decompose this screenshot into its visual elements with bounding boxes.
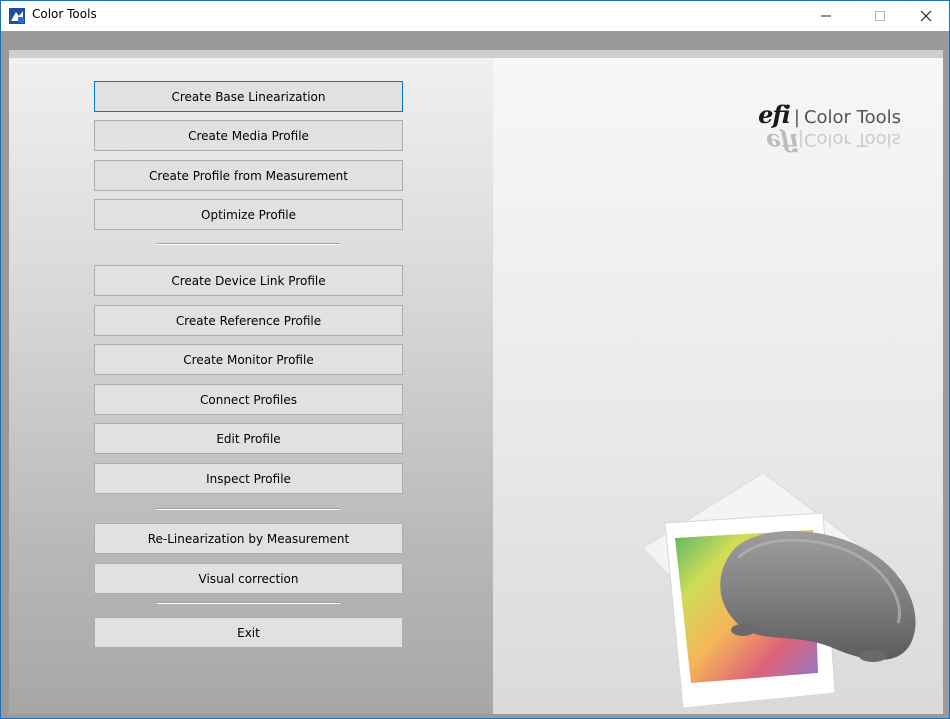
menu-panel: Create Base Linearization Create Media P…	[9, 58, 493, 714]
efi-color-tools-logo: efi | Color Tools	[758, 100, 901, 129]
logo-reflection: efi|Color Tools	[766, 128, 901, 157]
create-device-link-profile-button[interactable]: Create Device Link Profile	[94, 265, 403, 296]
close-button[interactable]	[903, 1, 949, 31]
connect-profiles-button[interactable]: Connect Profiles	[94, 384, 403, 415]
separator	[157, 508, 340, 510]
exit-button[interactable]: Exit	[94, 617, 403, 648]
logo-reflection-name: Color Tools	[803, 129, 901, 150]
create-media-profile-button[interactable]: Create Media Profile	[94, 120, 403, 151]
separator	[157, 243, 340, 245]
separator	[157, 602, 340, 604]
optimize-profile-button[interactable]: Optimize Profile	[94, 199, 403, 230]
efi-logo-mark: efi	[758, 100, 791, 129]
logo-divider: |	[793, 107, 800, 128]
minimize-icon	[821, 15, 831, 17]
color-tools-app-icon[interactable]	[9, 8, 25, 24]
re-linearization-by-measurement-button[interactable]: Re-Linearization by Measurement	[94, 523, 403, 554]
client-area: Create Base Linearization Create Media P…	[9, 50, 943, 714]
branding-panel: efi | Color Tools efi|Color Tools	[493, 58, 943, 714]
minimize-button[interactable]	[803, 1, 849, 31]
title-bar[interactable]: Color Tools	[1, 1, 949, 31]
logo-reflection-mark: efi	[766, 128, 798, 157]
spectrophotometer-illustration	[642, 472, 916, 709]
create-reference-profile-button[interactable]: Create Reference Profile	[94, 305, 403, 336]
create-monitor-profile-button[interactable]: Create Monitor Profile	[94, 344, 403, 375]
visual-correction-button[interactable]: Visual correction	[94, 563, 403, 594]
close-icon	[920, 10, 932, 22]
maximize-button[interactable]	[857, 1, 903, 31]
inspect-profile-button[interactable]: Inspect Profile	[94, 463, 403, 494]
device-foot-left	[731, 624, 755, 636]
create-profile-from-measurement-button[interactable]: Create Profile from Measurement	[94, 160, 403, 191]
product-name: Color Tools	[803, 107, 901, 128]
device-foot-right	[859, 650, 887, 662]
create-base-linearization-button[interactable]: Create Base Linearization	[94, 81, 403, 112]
window-title: Color Tools	[32, 7, 97, 21]
maximize-icon	[875, 11, 885, 21]
color-tools-window: Color Tools Create Base Linearization Cr…	[0, 0, 950, 719]
edit-profile-button[interactable]: Edit Profile	[94, 423, 403, 454]
